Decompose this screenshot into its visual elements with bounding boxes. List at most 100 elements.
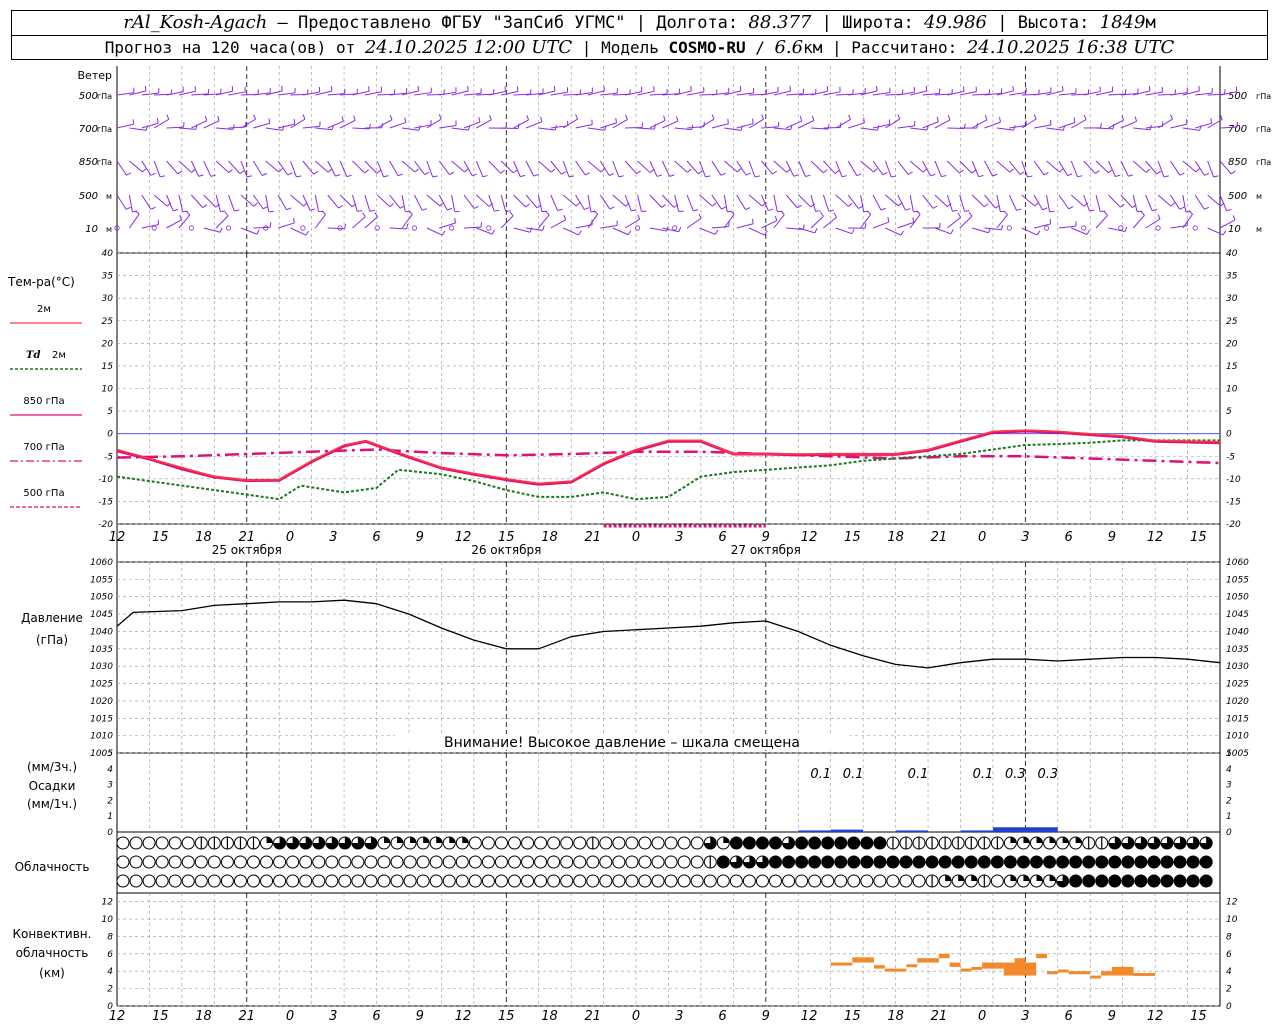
cloud-middle-icon-fill xyxy=(1121,856,1134,868)
conv-ytick-right: 0 xyxy=(1226,1002,1232,1012)
wind-barb xyxy=(699,194,713,207)
pres-ytick-left: 1045 xyxy=(90,610,113,620)
temp-x-tick: 12 xyxy=(1147,530,1164,545)
temp-x-tick: 15 xyxy=(844,530,861,545)
cloud-lower-icon xyxy=(755,874,769,888)
wind-barb-flag xyxy=(1068,206,1074,210)
temp-x-tick: 15 xyxy=(152,530,169,545)
cloud-lower-icon-fill xyxy=(1134,875,1147,887)
wind-barb xyxy=(389,194,401,209)
cloud-middle-icon-fill xyxy=(926,856,939,868)
wind-barb-flag xyxy=(678,226,682,232)
cloud-lower-icon xyxy=(612,874,626,888)
wind-barb xyxy=(946,160,960,174)
wind-barb-flag xyxy=(364,169,369,174)
conv-ytick-right: 6 xyxy=(1226,950,1232,960)
wind-barb-flag xyxy=(397,173,403,177)
wind-barb xyxy=(277,194,287,211)
wind-barb xyxy=(1070,194,1085,207)
convective-bar xyxy=(1090,975,1102,979)
wind-barb xyxy=(971,160,980,177)
wind-barb xyxy=(1034,124,1051,129)
wind-barb-flag xyxy=(711,202,717,207)
cloud-lower-icon-fill xyxy=(1069,875,1082,887)
wind-barb-flag xyxy=(449,171,455,176)
temp-ytick-left: 20 xyxy=(102,339,114,349)
cloud-lower-icon xyxy=(494,874,508,888)
wind-barb xyxy=(885,118,901,129)
wind-barb xyxy=(203,160,212,177)
cloud-upper-icon xyxy=(116,836,130,850)
wind-level-unit-right: гПа xyxy=(1256,92,1271,101)
wind-barb xyxy=(302,194,311,211)
wind-barb xyxy=(351,194,358,212)
wind-barb xyxy=(823,216,837,229)
cloud-upper-icon-fill xyxy=(795,837,808,849)
wind-barb xyxy=(538,127,556,131)
wind-barb-flag xyxy=(736,168,742,173)
convective-bar xyxy=(971,966,983,970)
wind-barb xyxy=(265,194,270,212)
prec-ytick-left: 4 xyxy=(107,765,113,775)
cloud-lower-icon xyxy=(886,874,900,888)
wind-barb xyxy=(736,194,746,210)
cloud-middle-icon-fill xyxy=(1174,856,1187,868)
wind-barb xyxy=(153,194,168,207)
cloud-lower-icon-fill xyxy=(971,875,978,881)
wind-barb xyxy=(476,119,492,129)
convective-bar xyxy=(1068,971,1091,975)
wind-barb xyxy=(959,194,965,212)
pres-ytick-left: 1020 xyxy=(90,697,113,707)
wind-barb-flag xyxy=(1112,123,1115,129)
wind-barb xyxy=(1170,123,1188,129)
temp-ytick-left: 35 xyxy=(102,272,114,282)
wind-barb-flag xyxy=(408,210,413,215)
wind-barb xyxy=(575,160,586,176)
wind-barb xyxy=(1120,120,1137,129)
wind-barb-flag xyxy=(362,212,366,218)
wind-barb xyxy=(1132,160,1147,173)
wind-barb xyxy=(637,194,642,212)
wind-barb xyxy=(1194,160,1205,176)
cloud-lower-icon xyxy=(508,874,521,888)
wind-barb xyxy=(971,194,985,208)
wind-barb xyxy=(451,194,456,212)
cloud-upper-icon-fill xyxy=(1036,837,1043,843)
wind-barb xyxy=(339,160,348,177)
cloud-middle-icon xyxy=(260,855,274,869)
wind-barb xyxy=(934,194,948,207)
wind-barb xyxy=(885,227,902,236)
wind-barb-flag xyxy=(1000,224,1004,230)
wind-barb xyxy=(649,120,666,129)
cloud-middle-icon xyxy=(364,855,378,869)
temp-ytick-right: 25 xyxy=(1226,317,1238,327)
wind-barb xyxy=(909,213,921,229)
wind-barb-flag xyxy=(472,173,478,177)
cloud-lower-icon xyxy=(338,874,352,888)
wind-barb xyxy=(141,194,152,210)
conv-x-tick: 6 xyxy=(718,1009,726,1024)
wind-barb-flag xyxy=(585,172,590,176)
conv-x-tick: 21 xyxy=(931,1009,948,1024)
wind-barb xyxy=(1182,160,1197,173)
wind-barb xyxy=(773,194,778,212)
cloud-middle-icon xyxy=(142,855,156,869)
cloud-middle-icon xyxy=(442,855,456,869)
wind-barb xyxy=(1182,194,1187,212)
wind-barb xyxy=(265,160,280,173)
wind-calm-icon xyxy=(188,225,194,231)
cloud-middle-icon xyxy=(560,855,574,869)
wind-barb-flag xyxy=(615,117,618,123)
wind-barb-flag xyxy=(637,214,641,220)
wind-barb xyxy=(327,194,339,209)
wind-barb xyxy=(996,194,1001,212)
cloud-middle-icon xyxy=(299,855,313,869)
cloud-upper-icon-fill xyxy=(723,837,730,843)
wind-barb xyxy=(302,160,315,175)
pres-ytick-right: 1055 xyxy=(1226,575,1249,585)
wind-barb-flag xyxy=(389,203,394,207)
wind-barb-flag xyxy=(545,210,550,216)
conv-x-tick: 15 xyxy=(1190,1009,1207,1024)
wind-barb-flag xyxy=(1042,207,1048,211)
pres-ytick-left: 1035 xyxy=(90,645,113,655)
